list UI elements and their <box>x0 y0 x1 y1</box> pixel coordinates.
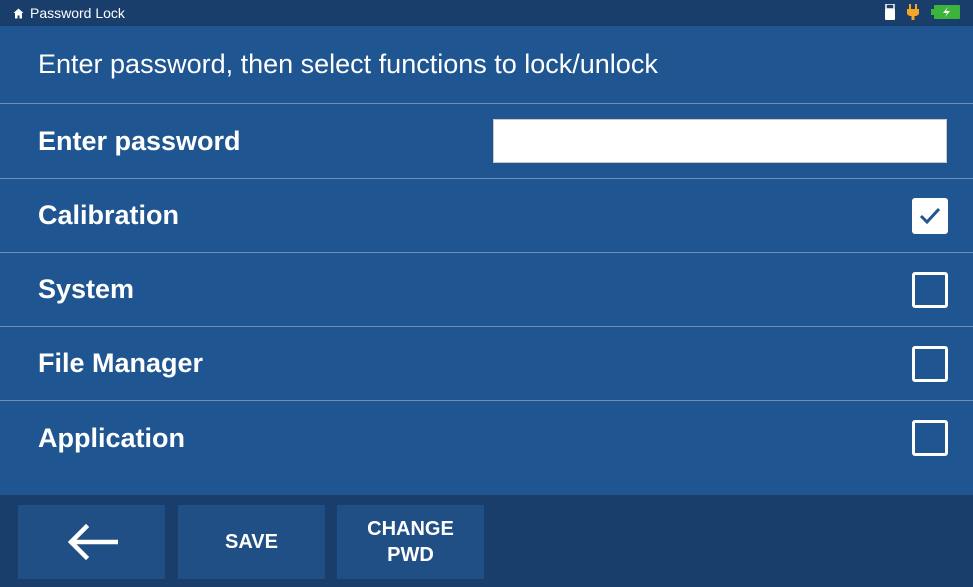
back-button[interactable] <box>18 505 165 579</box>
instruction-heading-row: Enter password, then select functions to… <box>0 26 973 104</box>
power-plug-icon <box>907 4 919 25</box>
bottom-toolbar: SAVE CHANGE PWD <box>0 495 973 587</box>
function-row-calibration[interactable]: Calibration <box>0 179 973 253</box>
file-manager-checkbox[interactable] <box>912 346 948 382</box>
instruction-heading: Enter password, then select functions to… <box>38 49 658 79</box>
status-bar: Password Lock <box>0 0 973 26</box>
function-row-system[interactable]: System <box>0 253 973 327</box>
password-input[interactable] <box>493 119 947 163</box>
function-label: File Manager <box>38 348 204 378</box>
status-icons <box>885 3 961 25</box>
function-label: System <box>38 274 135 304</box>
battery-charging-icon <box>931 4 961 25</box>
application-checkbox[interactable] <box>912 420 948 456</box>
function-row-application[interactable]: Application <box>0 401 973 475</box>
function-label: Application <box>38 422 185 453</box>
save-label: SAVE <box>225 531 278 553</box>
password-row: Enter password <box>0 105 973 179</box>
calibration-checkbox[interactable] <box>912 198 948 234</box>
change-password-button[interactable]: CHANGE PWD <box>337 505 484 579</box>
arrow-left-icon <box>67 524 118 560</box>
usb-icon <box>885 3 895 25</box>
checkmark-icon <box>919 207 941 225</box>
change-pwd-label-line1: CHANGE <box>367 518 454 540</box>
home-icon[interactable] <box>12 7 24 19</box>
password-label: Enter password <box>38 126 241 156</box>
status-title: Password Lock <box>30 5 125 21</box>
function-row-file-manager[interactable]: File Manager <box>0 327 973 401</box>
system-checkbox[interactable] <box>912 272 948 308</box>
save-button[interactable]: SAVE <box>178 505 325 579</box>
change-pwd-label-line2: PWD <box>387 544 434 566</box>
function-label: Calibration <box>38 200 180 230</box>
